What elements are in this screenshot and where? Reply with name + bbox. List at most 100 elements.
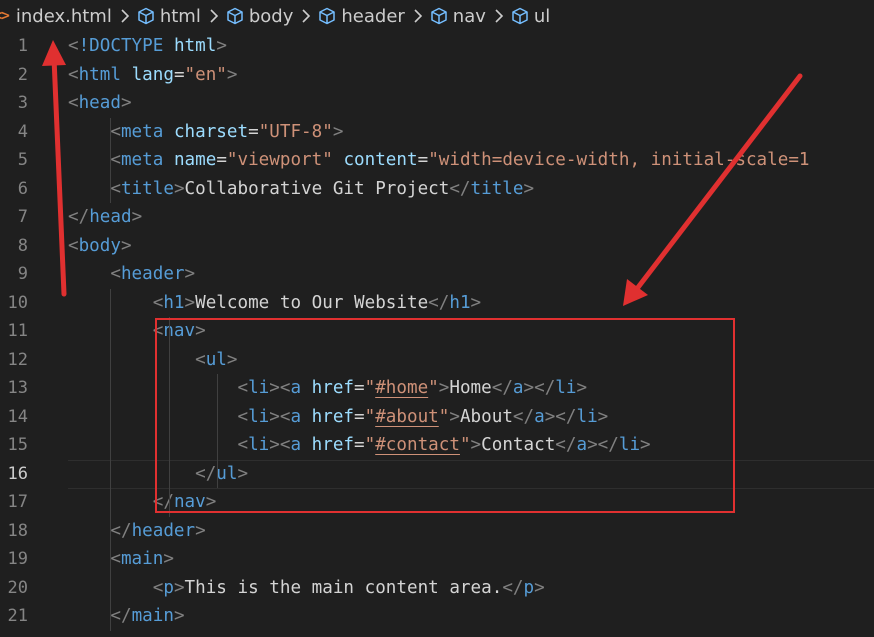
code-line[interactable]: <meta charset="UTF-8"> bbox=[68, 118, 874, 147]
code-token: < bbox=[68, 235, 79, 256]
line-number: 6 bbox=[17, 178, 28, 199]
breadcrumb-item-header[interactable]: header bbox=[318, 6, 405, 27]
code-token: > bbox=[226, 64, 238, 85]
code-token: < bbox=[68, 93, 79, 113]
breadcrumb-item-ul[interactable]: ul bbox=[511, 6, 550, 27]
code-token: < bbox=[68, 64, 79, 85]
line-number-gutter: 1 2 3 4 5 6 7 8 9 10 11 12 13 14 15 16 17 18 19 20 21 bbox=[0, 32, 40, 631]
breadcrumb-item-label: html bbox=[159, 5, 201, 27]
line-number: 7 bbox=[17, 207, 28, 227]
code-line[interactable]: <html lang="en"> bbox=[68, 61, 874, 90]
breadcrumb-item-label: nav bbox=[452, 5, 486, 27]
code-token: = bbox=[248, 121, 259, 142]
breadcrumb-item-body[interactable]: body bbox=[226, 6, 293, 27]
breadcrumb-item-label: ul bbox=[533, 5, 551, 27]
line-number: 21 bbox=[7, 606, 28, 626]
code-token: lang bbox=[131, 64, 174, 85]
code-token: < bbox=[110, 549, 121, 569]
line-number: 12 bbox=[7, 349, 28, 370]
code-token: meta bbox=[120, 150, 164, 170]
code-token: < bbox=[110, 264, 121, 284]
line-number: 8 bbox=[17, 235, 28, 256]
code-token: main bbox=[131, 606, 174, 626]
code-token: > bbox=[120, 235, 132, 256]
code-line[interactable]: </head> bbox=[68, 203, 874, 232]
indent-guide bbox=[110, 288, 112, 631]
code-token: head bbox=[89, 207, 132, 227]
line-number: 18 bbox=[7, 520, 28, 541]
symbol-cube-icon bbox=[137, 7, 155, 25]
code-line[interactable]: <header> bbox=[68, 260, 874, 289]
symbol-cube-icon bbox=[226, 7, 244, 25]
code-line[interactable]: <head> bbox=[68, 89, 874, 118]
chevron-right-icon bbox=[120, 9, 130, 23]
line-number: 9 bbox=[17, 264, 28, 284]
symbol-cube-icon bbox=[430, 7, 448, 25]
code-line[interactable]: </header> bbox=[68, 517, 874, 546]
line-number: 2 bbox=[17, 64, 28, 85]
breadcrumb-symbols: html body header nav ul bbox=[112, 6, 550, 27]
code-token: </ bbox=[428, 292, 450, 313]
code-token: > bbox=[470, 292, 482, 313]
code-token: head bbox=[78, 93, 121, 113]
code-line[interactable]: <h1>Welcome to Our Website</h1> bbox=[68, 289, 874, 318]
code-token: < bbox=[110, 150, 121, 170]
code-token: > bbox=[163, 549, 174, 569]
line-number: 19 bbox=[7, 549, 28, 569]
code-token: main bbox=[120, 549, 164, 569]
code-token: </ bbox=[68, 207, 90, 227]
code-line[interactable]: </main> bbox=[68, 602, 874, 631]
code-token: < bbox=[152, 577, 164, 598]
line-number: 15 bbox=[7, 435, 28, 455]
code-token: meta bbox=[120, 121, 164, 142]
code-token: > bbox=[216, 36, 227, 56]
code-line[interactable]: <p>This is the main content area.</p> bbox=[68, 574, 874, 603]
code-token: html bbox=[78, 64, 121, 85]
html-file-icon: <> bbox=[0, 8, 10, 24]
breadcrumb-item-html[interactable]: html bbox=[137, 6, 201, 27]
code-token: Collaborative Git Project bbox=[184, 178, 450, 199]
line-number: 16 bbox=[7, 463, 28, 484]
line-number: 11 bbox=[7, 321, 28, 341]
code-token: h1 bbox=[449, 292, 471, 313]
code-token: </ bbox=[502, 577, 524, 598]
code-editor-window: <> index.html htmlbodyheadernavul 123456… bbox=[0, 0, 874, 637]
symbol-cube-icon bbox=[318, 7, 336, 25]
code-token: p bbox=[163, 577, 174, 598]
code-token: = bbox=[173, 64, 185, 85]
code-token: body bbox=[78, 235, 121, 256]
code-token: > bbox=[131, 207, 143, 227]
breadcrumb-file[interactable]: <> index.html bbox=[0, 6, 112, 27]
code-token: > bbox=[195, 520, 206, 541]
code-token: title bbox=[470, 178, 524, 199]
code-token: > bbox=[184, 292, 196, 313]
line-number: 5 bbox=[17, 150, 28, 170]
code-token: </ bbox=[449, 178, 471, 199]
code-token: < bbox=[110, 178, 121, 199]
code-line[interactable]: <body> bbox=[68, 232, 874, 261]
line-number: 17 bbox=[7, 492, 28, 512]
code-token: title bbox=[120, 178, 174, 199]
code-line[interactable]: <title>Collaborative Git Project</title> bbox=[68, 175, 874, 204]
chevron-right-icon bbox=[301, 9, 311, 23]
line-number: 20 bbox=[7, 577, 28, 598]
code-line[interactable]: <main> bbox=[68, 545, 874, 574]
line-number: 10 bbox=[7, 292, 28, 313]
code-token: < bbox=[152, 292, 164, 313]
code-token: > bbox=[173, 577, 185, 598]
breadcrumb-item-nav[interactable]: nav bbox=[430, 6, 486, 27]
code-token: "width=device-width, initial-scale=1 bbox=[428, 150, 810, 170]
code-line[interactable]: <!DOCTYPE html> bbox=[68, 32, 874, 61]
code-line[interactable]: <meta name="viewport" content="width=dev… bbox=[68, 146, 874, 175]
breadcrumb: <> index.html html body header nav ul bbox=[0, 0, 874, 32]
line-number: 1 bbox=[17, 36, 28, 56]
code-token: Welcome to Our Website bbox=[195, 292, 429, 313]
code-token: > bbox=[332, 121, 344, 142]
code-token: </ bbox=[110, 606, 132, 626]
code-token: h1 bbox=[163, 292, 185, 313]
